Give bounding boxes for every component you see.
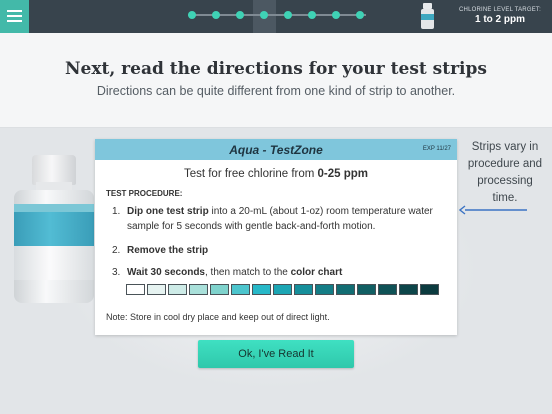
color-swatch xyxy=(168,284,187,295)
top-bar: CHLORINE LEVEL TARGET: 1 to 2 ppm xyxy=(0,0,552,33)
page-subtitle: Directions can be quite different from o… xyxy=(96,84,456,98)
card-brand: Aqua - TestZone xyxy=(229,143,323,157)
header-panel xyxy=(0,33,552,128)
chlorine-target-label: CHLORINE LEVEL TARGET: xyxy=(459,7,541,13)
color-swatch xyxy=(210,284,229,295)
color-swatch xyxy=(357,284,376,295)
test-strip-bottle-icon xyxy=(421,3,434,29)
progress-step-1 xyxy=(188,11,196,19)
color-swatch xyxy=(336,284,355,295)
procedure-heading: TEST PROCEDURE: xyxy=(106,189,183,198)
progress-step-6 xyxy=(308,11,316,19)
progress-step-4 xyxy=(260,11,268,19)
progress-step-5 xyxy=(284,11,292,19)
page-title: Next, read the directions for your test … xyxy=(65,59,487,79)
color-swatch xyxy=(147,284,166,295)
progress-step-3 xyxy=(236,11,244,19)
test-range-line: Test for free chlorine from 0-25 ppm xyxy=(183,168,369,180)
color-swatch xyxy=(294,284,313,295)
card-expiration: EXP 11/27 xyxy=(422,146,451,152)
color-swatch xyxy=(378,284,397,295)
card-header: Aqua - TestZone EXP 11/27 xyxy=(95,139,457,160)
color-swatch xyxy=(189,284,208,295)
color-swatch xyxy=(252,284,271,295)
storage-note: Note: Store in cool dry place and keep o… xyxy=(106,312,330,322)
color-swatch xyxy=(126,284,145,295)
ok-read-it-button[interactable]: Ok, I've Read It xyxy=(198,340,354,368)
test-strip-bottle-image xyxy=(14,155,94,303)
side-note: Strips vary in procedure and processing … xyxy=(467,141,543,204)
color-swatch xyxy=(231,284,250,295)
color-swatch xyxy=(273,284,292,295)
color-swatch xyxy=(399,284,418,295)
progress-step-2 xyxy=(212,11,220,19)
directions-card: Aqua - TestZone EXP 11/27 Test for free … xyxy=(95,139,457,335)
test-range: 0-25 ppm xyxy=(317,168,369,180)
chlorine-target-value: 1 to 2 ppm xyxy=(474,14,525,25)
color-swatch xyxy=(420,284,439,295)
color-swatch xyxy=(315,284,334,295)
progress-step-7 xyxy=(332,11,340,19)
progress-step-8 xyxy=(356,11,364,19)
arrow-left-icon xyxy=(459,205,527,215)
hamburger-icon[interactable] xyxy=(0,0,29,33)
